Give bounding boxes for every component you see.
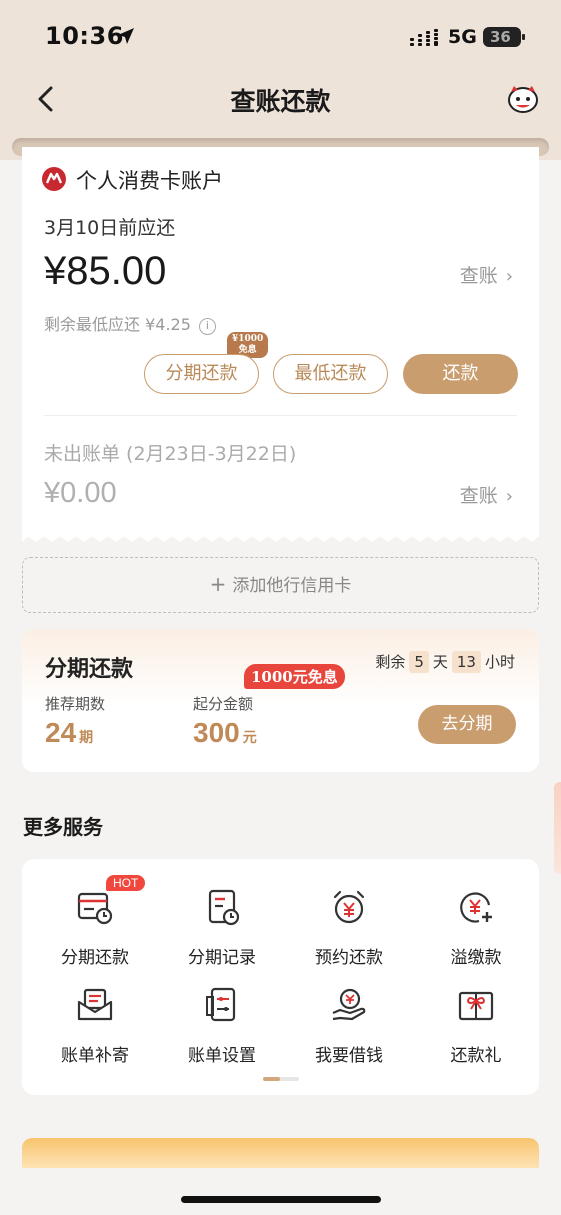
network-type: 5G [448, 26, 477, 48]
unbilled-label: 未出账单 (2月23日-3月22日) [44, 443, 297, 465]
countdown-hours: 13 [451, 651, 481, 673]
status-bar: 10:36 5G 36 [0, 0, 561, 72]
service-label: 分期还款 [61, 948, 129, 968]
page-title: 查账还款 [230, 87, 331, 116]
due-date-label: 3月10日前应还 [44, 217, 176, 239]
services-card: HOT 分期还款 分期记录 预约还款 溢缴款 账单补寄 账单设置 我要借钱 还款… [22, 859, 539, 1095]
view-bill-label: 查账 [459, 265, 498, 287]
status-time: 10:36 [45, 22, 124, 50]
hand-yen-icon [332, 988, 366, 1021]
periods-value-row: 24 期 [45, 717, 93, 749]
battery-icon: 36 [483, 27, 525, 47]
gift-card-icon [458, 991, 494, 1021]
service-repay-gift[interactable]: 还款礼 [411, 985, 541, 1066]
min-repay-button[interactable]: 最低还款 [273, 354, 388, 394]
periods-value: 24 [45, 717, 77, 748]
installment-title: 分期还款 [45, 656, 134, 682]
repay-button[interactable]: 还款 [403, 354, 518, 394]
side-float-tab[interactable] [554, 782, 561, 874]
installment-repay-button[interactable]: 分期还款 [144, 354, 259, 394]
min-amount-label: 起分金额 [193, 695, 254, 713]
service-label: 还款礼 [450, 1046, 502, 1066]
amount-due: ¥85.00 [44, 249, 167, 293]
min-due-row: 剩余最低应还 ¥4.25 i [44, 311, 216, 335]
add-other-card-button[interactable]: + 添加他行信用卡 [22, 557, 539, 613]
periods-unit: 期 [79, 729, 94, 745]
divider [44, 415, 517, 416]
interest-tag-amount: ¥1000 [232, 334, 264, 344]
settings-sliders-icon [206, 987, 236, 1022]
record-clock-icon [208, 889, 240, 926]
add-card-label: 添加他行信用卡 [232, 576, 352, 596]
go-installment-button[interactable]: 去分期 [418, 705, 516, 744]
home-indicator [181, 1196, 381, 1203]
service-installment[interactable]: 分期还款 [30, 887, 160, 968]
installment-card: 分期还款 剩余 5 天 13 小时 1000元免息 推荐期数 24 期 起分金额 300 元… [22, 629, 539, 772]
service-borrow[interactable]: 我要借钱 [284, 985, 414, 1066]
min-amount-value: 300 [193, 717, 240, 748]
mail-bill-icon [77, 988, 113, 1021]
min-amount-row: 300 元 [193, 717, 257, 749]
page-indicator [263, 1077, 299, 1081]
service-label: 溢缴款 [450, 948, 502, 968]
view-bill-link[interactable]: 查账 › [460, 261, 513, 288]
bank-logo-icon [42, 167, 66, 191]
bill-card: 个人消费卡账户 3月10日前应还 ¥85.00 查账 › 剩余最低应还 ¥4.25… [22, 147, 539, 537]
service-label: 我要借钱 [315, 1046, 383, 1066]
periods-label: 推荐期数 [45, 695, 106, 713]
plus-icon: + [209, 572, 227, 596]
service-label: 分期记录 [188, 948, 256, 968]
min-due-text: 剩余最低应还 ¥4.25 [44, 315, 191, 334]
unbilled-view-link[interactable]: 查账 › [460, 481, 513, 508]
service-overpayment[interactable]: 溢缴款 [411, 887, 541, 968]
service-label: 账单补寄 [61, 1046, 129, 1066]
location-arrow-icon [118, 28, 134, 44]
countdown-prefix: 剩余 [375, 653, 406, 671]
days-unit: 天 [432, 653, 448, 671]
more-services-title: 更多服务 [23, 815, 103, 839]
promo-banner[interactable] [22, 1138, 539, 1168]
countdown: 剩余 5 天 13 小时 [375, 651, 515, 673]
battery-level: 36 [490, 28, 511, 46]
installment-bill-icon [77, 892, 113, 925]
page-indicator-active [263, 1077, 280, 1081]
service-label: 预约还款 [315, 948, 383, 968]
info-icon[interactable]: i [198, 318, 216, 335]
unbilled-view-label: 查账 [459, 485, 498, 507]
signal-icon [410, 29, 438, 46]
promo-tag: 1000元免息 [244, 664, 345, 689]
chevron-right-icon: › [505, 486, 513, 507]
account-title: 个人消费卡账户 [76, 169, 223, 193]
service-scheduled-repay[interactable]: 预约还款 [284, 887, 414, 968]
service-installment-record[interactable]: 分期记录 [157, 887, 287, 968]
service-bill-settings[interactable]: 账单设置 [157, 985, 287, 1066]
yen-plus-icon [460, 892, 492, 923]
unbilled-amount: ¥0.00 [44, 477, 117, 509]
min-amount-unit: 元 [242, 729, 257, 745]
countdown-days: 5 [409, 651, 429, 673]
mascot-icon[interactable] [506, 84, 540, 114]
service-bill-resend[interactable]: 账单补寄 [30, 985, 160, 1066]
nav-bar: 查账还款 [0, 72, 561, 128]
chevron-right-icon: › [505, 266, 513, 287]
receipt-edge [22, 530, 539, 542]
alarm-yen-icon [333, 890, 365, 924]
service-label: 账单设置 [188, 1046, 256, 1066]
hours-unit: 小时 [484, 653, 515, 671]
